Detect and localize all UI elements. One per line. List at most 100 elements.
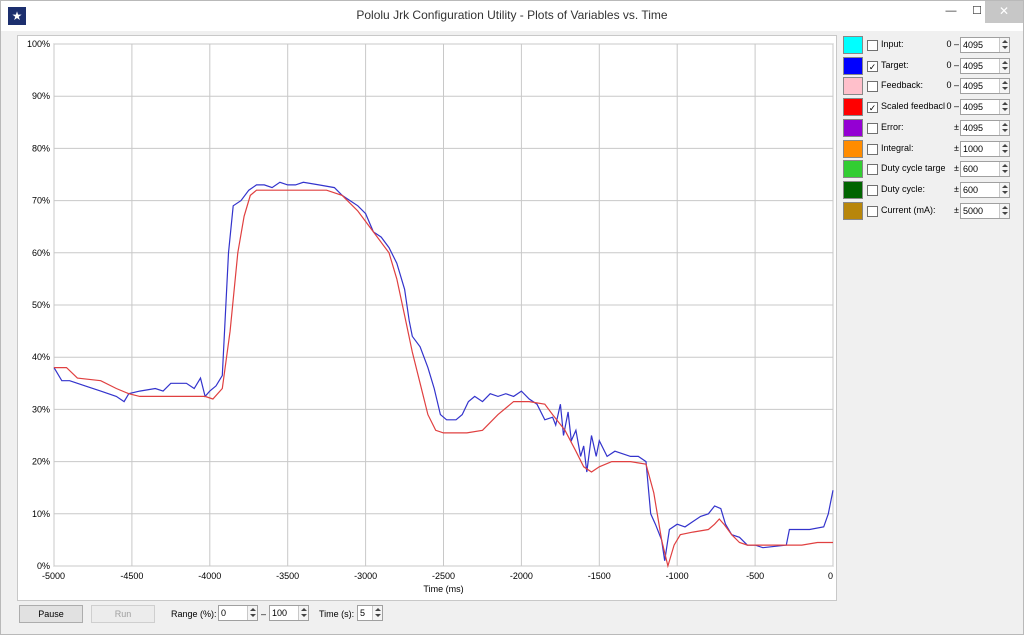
range-spinner[interactable] [999, 203, 1009, 218]
series-range-input[interactable]: 1000 [960, 140, 1010, 157]
checkmark-icon: ✓ [868, 103, 877, 114]
range-spinner[interactable] [999, 120, 1009, 135]
range-max-spinner[interactable] [298, 606, 308, 620]
range-min-value: 0 [221, 608, 227, 618]
series-color-swatch[interactable] [843, 160, 863, 179]
spin-down-icon[interactable] [1002, 190, 1008, 194]
range-spinner[interactable] [999, 141, 1009, 156]
spin-down-icon[interactable] [1002, 128, 1008, 132]
variables-legend: Input: 0 – 4095 ✓ Target: 0 – 4095 Feedback: 0 –… [839, 35, 1015, 225]
spin-down-icon[interactable] [1002, 211, 1008, 215]
spin-up-icon[interactable] [1002, 102, 1008, 106]
x-tick-label: 0 [828, 571, 833, 581]
range-spinner[interactable] [999, 162, 1009, 177]
series-range-value: 600 [963, 164, 979, 175]
x-axis-label: Time (ms) [423, 584, 463, 594]
series-color-swatch[interactable] [843, 180, 863, 199]
series-visible-checkbox[interactable] [867, 81, 878, 93]
spin-up-icon[interactable] [1002, 184, 1008, 188]
range-spinner[interactable] [999, 58, 1009, 73]
series-visible-checkbox[interactable]: ✓ [867, 60, 878, 72]
y-tick-label: 10% [32, 509, 50, 519]
series-color-swatch[interactable] [843, 56, 863, 75]
series-visible-checkbox[interactable] [867, 143, 878, 155]
series-visible-checkbox[interactable] [867, 184, 878, 196]
x-tick-label: -4500 [120, 571, 143, 581]
range-min-spinner[interactable] [247, 606, 257, 620]
series-visible-checkbox[interactable] [867, 205, 878, 217]
legend-row: Error: ±4095 [839, 118, 1015, 138]
spin-up-icon[interactable] [250, 608, 256, 611]
spin-down-icon[interactable] [375, 614, 381, 617]
series-range-input[interactable]: 4095 [960, 78, 1010, 95]
series-range-input[interactable]: 5000 [960, 202, 1010, 219]
series-label: Duty cycle target: [881, 163, 945, 174]
range-separator: – [261, 609, 267, 619]
x-tick-label: -2500 [432, 571, 455, 581]
spin-up-icon[interactable] [1002, 122, 1008, 126]
series-visible-checkbox[interactable] [867, 164, 878, 176]
y-tick-label: 60% [32, 248, 50, 258]
series-color-swatch[interactable] [843, 118, 863, 137]
range-max-input[interactable]: 100 [269, 605, 309, 621]
minimize-button[interactable]: — [937, 1, 965, 23]
run-button[interactable]: Run [91, 605, 155, 623]
window-title: Pololu Jrk Configuration Utility - Plots… [356, 8, 668, 22]
series-color-swatch[interactable] [843, 98, 863, 117]
range-prefix: ± [954, 142, 959, 153]
time-label: Time (s): [319, 609, 355, 619]
spin-up-icon[interactable] [301, 608, 307, 611]
series-range-input[interactable]: 4095 [960, 99, 1010, 116]
series-range-value: 4095 [963, 122, 984, 133]
pause-button[interactable]: Pause [19, 605, 83, 623]
spin-down-icon[interactable] [250, 614, 256, 617]
time-input[interactable]: 5 [357, 605, 383, 621]
series-visible-checkbox[interactable] [867, 40, 878, 51]
series-color-swatch[interactable] [843, 77, 863, 96]
time-spinner[interactable] [372, 606, 382, 620]
spin-down-icon[interactable] [301, 614, 307, 617]
spin-down-icon[interactable] [1002, 149, 1008, 153]
spin-up-icon[interactable] [1002, 60, 1008, 64]
series-range-input[interactable]: 600 [960, 161, 1010, 178]
series-label: Current (mA): [881, 204, 936, 215]
spin-up-icon[interactable] [1002, 81, 1008, 85]
range-spinner[interactable] [999, 100, 1009, 115]
series-range-value: 4095 [963, 60, 984, 71]
series-range-input[interactable]: 4095 [960, 57, 1010, 74]
spin-up-icon[interactable] [1002, 40, 1008, 43]
legend-row: Feedback: 0 – 4095 [839, 76, 1015, 96]
y-tick-label: 90% [32, 91, 50, 101]
range-min-input[interactable]: 0 [218, 605, 258, 621]
spin-up-icon[interactable] [1002, 143, 1008, 147]
y-tick-label: 70% [32, 196, 50, 206]
spin-down-icon[interactable] [1002, 66, 1008, 70]
series-label: Target: [881, 59, 909, 70]
series-range-input[interactable]: 4095 [960, 119, 1010, 136]
range-prefix: ± [954, 183, 959, 194]
series-color-swatch[interactable] [843, 139, 863, 158]
range-spinner[interactable] [999, 38, 1009, 52]
series-range-input[interactable]: 600 [960, 181, 1010, 198]
title-bar[interactable]: ★ Pololu Jrk Configuration Utility - Plo… [1, 1, 1023, 31]
spin-up-icon[interactable] [1002, 164, 1008, 168]
spin-up-icon[interactable] [1002, 205, 1008, 209]
spin-down-icon[interactable] [1002, 46, 1008, 49]
legend-row: Integral: ±1000 [839, 139, 1015, 159]
x-tick-label: -2000 [510, 571, 533, 581]
close-button[interactable]: ✕ [985, 1, 1023, 23]
range-spinner[interactable] [999, 79, 1009, 94]
series-color-swatch[interactable] [843, 201, 863, 220]
series-visible-checkbox[interactable] [867, 122, 878, 134]
legend-row: ✓ Target: 0 – 4095 [839, 56, 1015, 76]
series-color-swatch[interactable] [843, 36, 863, 54]
range-spinner[interactable] [999, 182, 1009, 197]
series-label: Error: [881, 121, 904, 132]
series-range-input[interactable]: 4095 [960, 37, 1010, 53]
series-visible-checkbox[interactable]: ✓ [867, 102, 878, 114]
spin-down-icon[interactable] [1002, 87, 1008, 91]
spin-down-icon[interactable] [1002, 170, 1008, 174]
spin-up-icon[interactable] [375, 608, 381, 611]
y-tick-label: 40% [32, 352, 50, 362]
spin-down-icon[interactable] [1002, 108, 1008, 112]
